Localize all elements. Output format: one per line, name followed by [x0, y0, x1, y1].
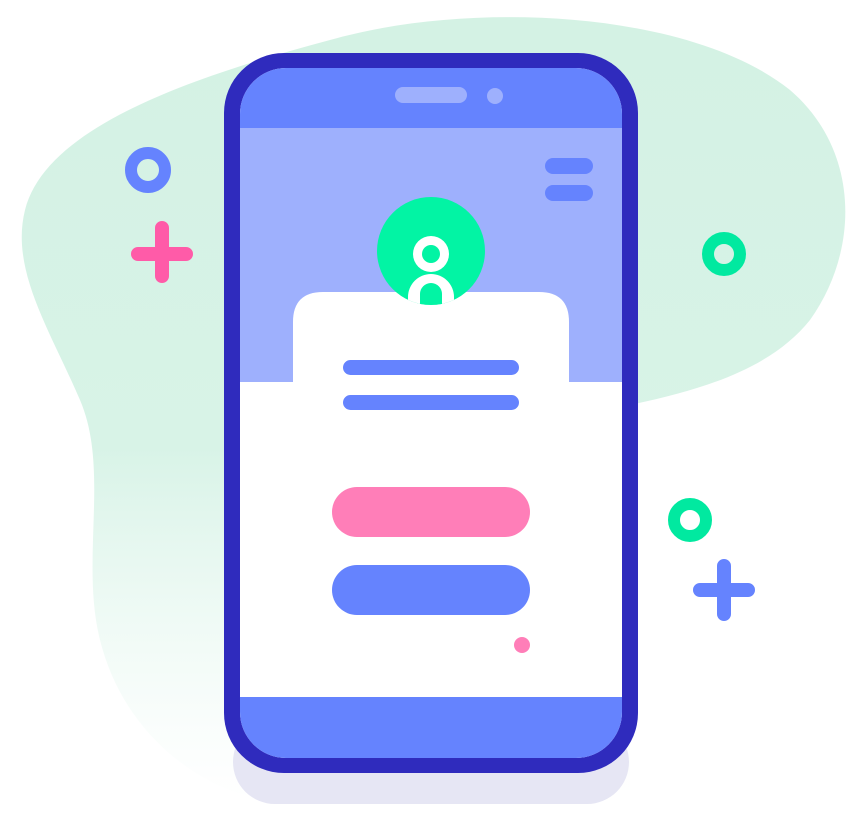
primary-button[interactable]	[332, 487, 530, 537]
pink-dot	[514, 637, 530, 653]
ring-icon	[668, 498, 712, 542]
illustration-canvas	[21, 17, 846, 804]
bottom-bar	[240, 697, 622, 758]
subtitle-line	[343, 395, 519, 410]
sparkle-icon	[693, 559, 755, 621]
speaker-icon	[395, 87, 467, 103]
title-line	[343, 360, 519, 375]
secondary-button[interactable]	[332, 565, 530, 615]
camera-icon	[487, 88, 503, 104]
